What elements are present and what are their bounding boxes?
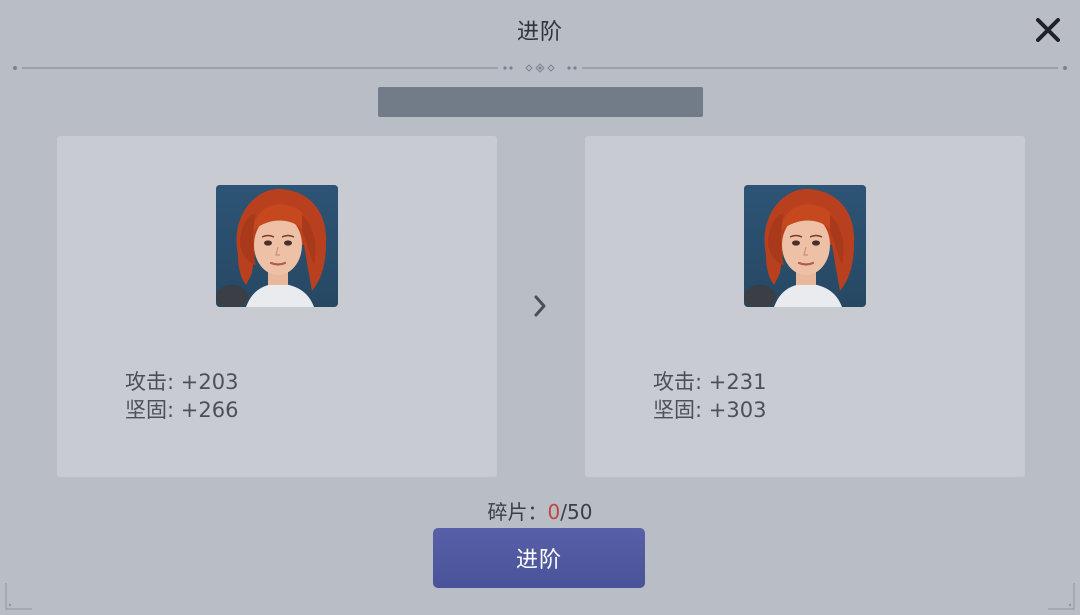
dialog-title: 进阶 <box>516 20 563 45</box>
attack-stat: 攻击: +231 <box>653 368 766 396</box>
next-stats-card: 攻击: +231 坚固: +303 <box>585 136 1025 477</box>
corner-ornament <box>1048 583 1075 610</box>
name-bar <box>378 87 703 117</box>
stat-label: 攻击: <box>125 370 181 394</box>
stat-value: +203 <box>180 370 239 394</box>
advance-button[interactable]: 进阶 <box>433 528 645 588</box>
ornamental-divider <box>13 63 1067 73</box>
corner-ornament <box>5 583 32 610</box>
character-portrait <box>216 185 338 307</box>
fragment-current: 0 <box>547 500 561 524</box>
chevron-right-icon <box>534 295 546 317</box>
fragment-count: 碎片：0/50 <box>0 496 1080 525</box>
attack-stat: 攻击: +203 <box>125 368 238 396</box>
stat-label: 攻击: <box>653 370 709 394</box>
character-portrait <box>744 185 866 307</box>
stat-value: +303 <box>708 398 767 422</box>
stat-label: 坚固: <box>653 398 709 422</box>
close-button[interactable] <box>1028 10 1068 50</box>
close-icon <box>1036 18 1060 42</box>
fragment-label: 碎片： <box>487 500 548 524</box>
stat-value: +231 <box>708 370 767 394</box>
stat-value: +266 <box>180 398 239 422</box>
current-stats-card: 攻击: +203 坚固: +266 <box>57 136 497 477</box>
sturdiness-stat: 坚固: +266 <box>125 396 238 424</box>
sturdiness-stat: 坚固: +303 <box>653 396 766 424</box>
fragment-required: 50 <box>567 500 593 524</box>
current-stats: 攻击: +203 坚固: +266 <box>125 368 238 424</box>
next-stats: 攻击: +231 坚固: +303 <box>653 368 766 424</box>
stat-label: 坚固: <box>125 398 181 422</box>
fragment-separator: / <box>560 500 568 524</box>
